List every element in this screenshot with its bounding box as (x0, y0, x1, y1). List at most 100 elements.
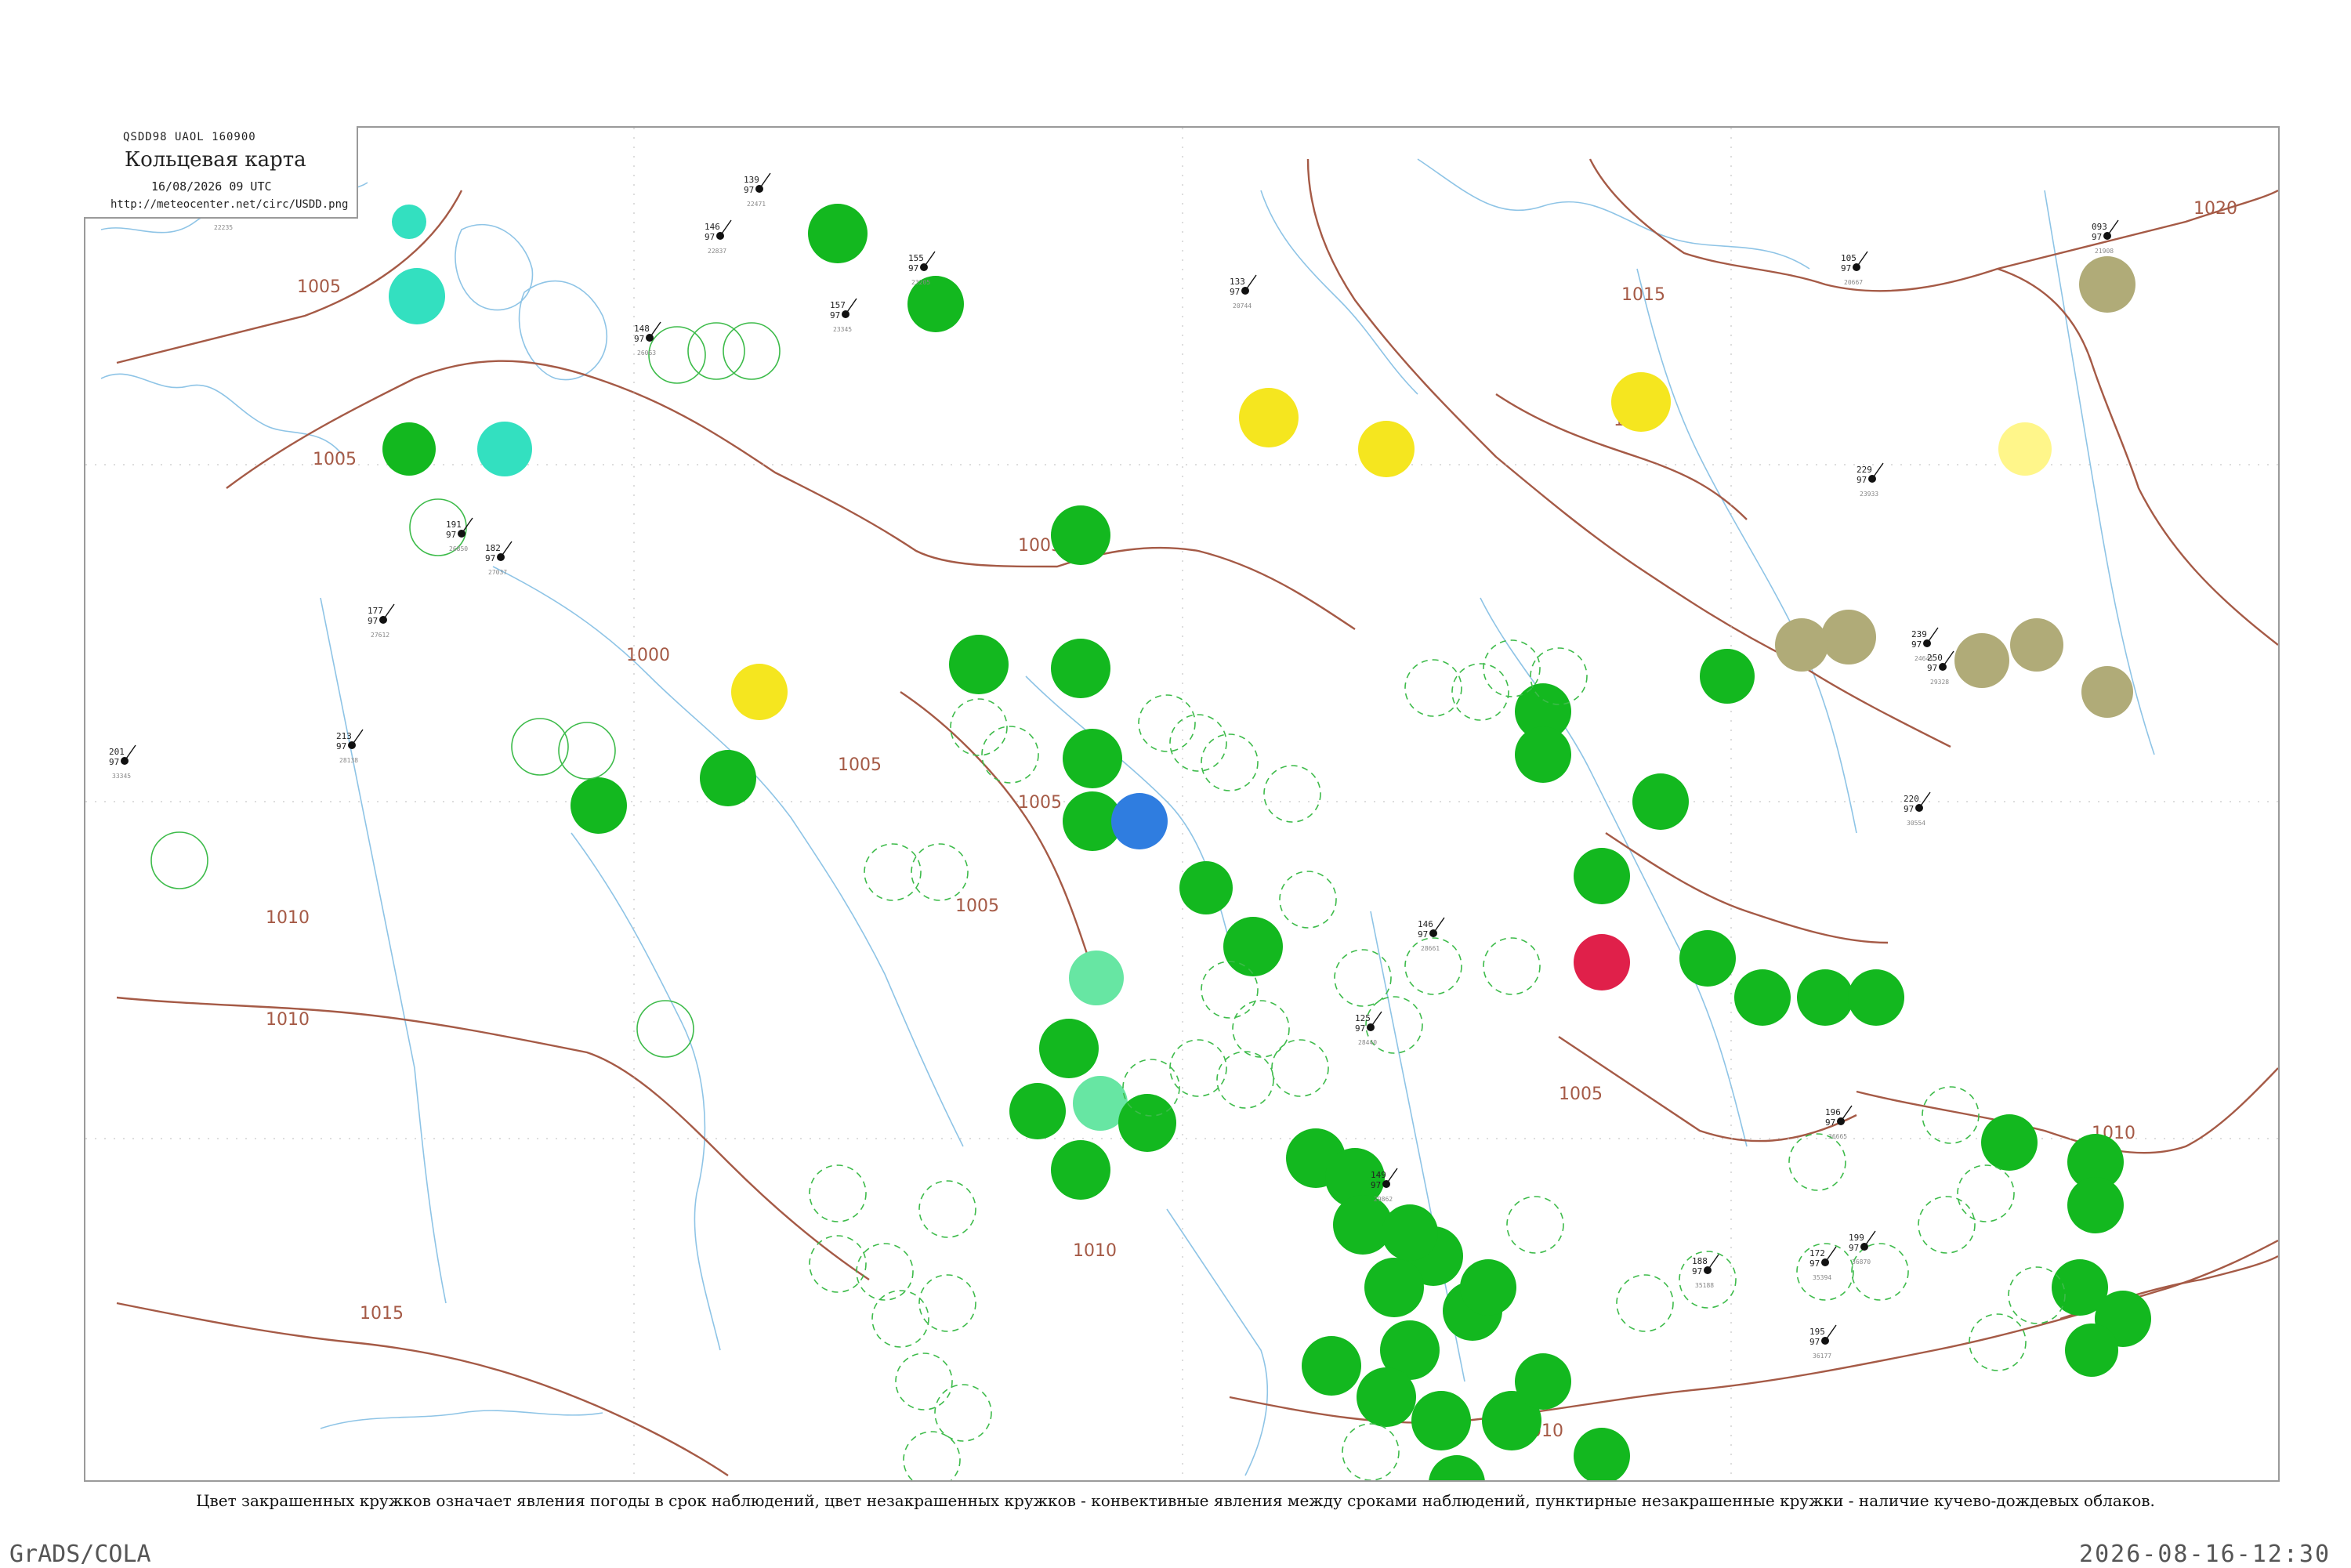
rain-marker[interactable] (1364, 1258, 1424, 1317)
rain-marker[interactable] (1411, 1391, 1471, 1450)
cumulonimbus-ring[interactable] (1616, 1274, 1674, 1332)
fog-marker[interactable] (731, 664, 788, 720)
station-plot[interactable]: 19697 36665 (1825, 1105, 1853, 1140)
cumulonimbus-ring[interactable] (1969, 1313, 2027, 1371)
station-plot[interactable]: 13397 20744 (1230, 274, 1257, 310)
cumulonimbus-ring[interactable] (1404, 659, 1462, 717)
station-plot[interactable]: 14697 22837 (705, 219, 732, 255)
convective-ring[interactable] (648, 326, 706, 384)
station-plot[interactable]: 17797 27612 (368, 603, 395, 639)
station-plot[interactable]: 13997 22471 (744, 172, 771, 208)
cumulonimbus-ring[interactable] (1138, 694, 1196, 752)
cumulonimbus-ring[interactable] (1201, 733, 1259, 791)
cumulonimbus-ring[interactable] (918, 1180, 976, 1238)
cumulonimbus-ring[interactable] (1451, 663, 1509, 721)
rain-marker[interactable] (1051, 1140, 1110, 1200)
cumulonimbus-ring[interactable] (1483, 937, 1541, 995)
haze-marker[interactable] (2081, 666, 2133, 718)
cumulonimbus-ring[interactable] (1506, 1196, 1564, 1254)
cumulonimbus-ring[interactable] (1483, 639, 1541, 697)
cumulonimbus-ring[interactable] (1788, 1133, 1846, 1191)
cumulonimbus-ring[interactable] (950, 698, 1008, 756)
station-plot[interactable]: 18297 27037 (485, 541, 513, 576)
station-plot[interactable]: 10597 20667 (1841, 251, 1868, 286)
convective-ring[interactable] (687, 322, 745, 380)
map-url[interactable]: http://meteocenter.net/circ/USDD.png (110, 198, 348, 211)
rain-marker[interactable] (1051, 639, 1110, 698)
cumulonimbus-ring[interactable] (856, 1243, 914, 1301)
rain-marker[interactable] (700, 750, 756, 806)
station-plot[interactable]: 17297 35394 (1809, 1246, 1837, 1281)
station-plot[interactable]: 14997 29862 (1371, 1168, 1398, 1203)
fog-marker[interactable] (1358, 421, 1415, 477)
cumulonimbus-ring[interactable] (895, 1353, 953, 1410)
rain-marker[interactable] (1039, 1019, 1099, 1078)
station-plot[interactable]: 22997 23933 (1857, 462, 1884, 498)
station-plot[interactable]: 15797 23345 (830, 298, 857, 333)
station-plot[interactable]: 18897 35188 (1692, 1254, 1719, 1289)
fog-marker[interactable] (1998, 422, 2052, 476)
station-plot[interactable]: 19597 36177 (1809, 1324, 1837, 1360)
rain-marker[interactable] (1063, 729, 1122, 788)
haze-marker[interactable] (1775, 618, 1828, 672)
rain-marker[interactable] (1574, 1428, 1630, 1480)
cumulonimbus-ring[interactable] (1271, 1039, 1329, 1097)
thunderstorm-marker[interactable] (1574, 934, 1630, 990)
rain-marker[interactable] (1460, 1259, 1516, 1316)
rain-marker[interactable] (1515, 1353, 1571, 1410)
rain-marker[interactable] (1797, 969, 1853, 1026)
station-plot[interactable]: 19197 26850 (446, 517, 473, 552)
rain-marker[interactable] (1051, 505, 1110, 565)
station-plot[interactable]: 25097 29328 (1927, 650, 1954, 686)
cumulonimbus-ring[interactable] (809, 1164, 867, 1222)
station-plot[interactable]: 21397 28138 (336, 729, 364, 764)
convective-ring[interactable] (558, 722, 616, 780)
haze-marker[interactable] (1954, 633, 2009, 688)
haze-marker[interactable] (1821, 610, 1876, 664)
rain-marker[interactable] (1574, 848, 1630, 904)
cumulonimbus-ring[interactable] (903, 1431, 961, 1480)
rain-marker[interactable] (1179, 861, 1233, 914)
haze-marker[interactable] (2010, 618, 2063, 672)
station-plot[interactable]: 19997 36870 (1849, 1230, 1876, 1266)
rain-marker[interactable] (1009, 1083, 1066, 1139)
cumulonimbus-ring[interactable] (1169, 1039, 1227, 1097)
rain-marker[interactable] (1382, 1204, 1438, 1261)
cumulonimbus-ring[interactable] (1232, 1000, 1290, 1058)
cumulonimbus-ring[interactable] (1201, 961, 1259, 1019)
cumulonimbus-ring[interactable] (1851, 1243, 1909, 1301)
rain-marker[interactable] (1734, 969, 1791, 1026)
convective-ring[interactable] (723, 322, 781, 380)
rain-marker[interactable] (1118, 1094, 1176, 1152)
haze-marker[interactable] (2079, 256, 2135, 313)
drizzle-marker[interactable] (389, 268, 445, 324)
cumulonimbus-ring[interactable] (1957, 1164, 2015, 1222)
convective-ring[interactable] (150, 831, 208, 889)
cumulonimbus-ring[interactable] (981, 726, 1039, 784)
rain-marker[interactable] (2067, 1177, 2124, 1233)
cumulonimbus-ring[interactable] (934, 1384, 992, 1442)
fog-marker[interactable] (1239, 388, 1299, 447)
rain-marker[interactable] (1357, 1367, 1416, 1427)
rain-marker[interactable] (1429, 1455, 1485, 1480)
station-plot[interactable]: 20197 33345 (109, 744, 136, 780)
cumulonimbus-ring[interactable] (1679, 1251, 1737, 1309)
rain-marker[interactable] (571, 777, 627, 834)
rain-marker[interactable] (1632, 773, 1689, 830)
cumulonimbus-ring[interactable] (1796, 1243, 1854, 1301)
shower-marker[interactable] (1111, 793, 1168, 849)
station-plot[interactable]: 12597 28440 (1355, 1011, 1382, 1046)
rain-marker[interactable] (1700, 649, 1755, 704)
rain-marker[interactable] (1302, 1336, 1361, 1396)
rain-marker[interactable] (1679, 930, 1736, 987)
rain-marker[interactable] (1848, 969, 1904, 1026)
cumulonimbus-ring[interactable] (918, 1274, 976, 1332)
convective-ring[interactable] (511, 718, 569, 776)
drizzle-marker[interactable] (392, 205, 426, 239)
cumulonimbus-ring[interactable] (1169, 714, 1227, 772)
station-plot[interactable]: 14697 28661 (1418, 917, 1445, 952)
drizzle-marker[interactable] (1069, 951, 1124, 1005)
rain-marker[interactable] (1223, 917, 1283, 976)
cumulonimbus-ring[interactable] (1918, 1196, 1976, 1254)
rain-marker[interactable] (382, 422, 436, 476)
